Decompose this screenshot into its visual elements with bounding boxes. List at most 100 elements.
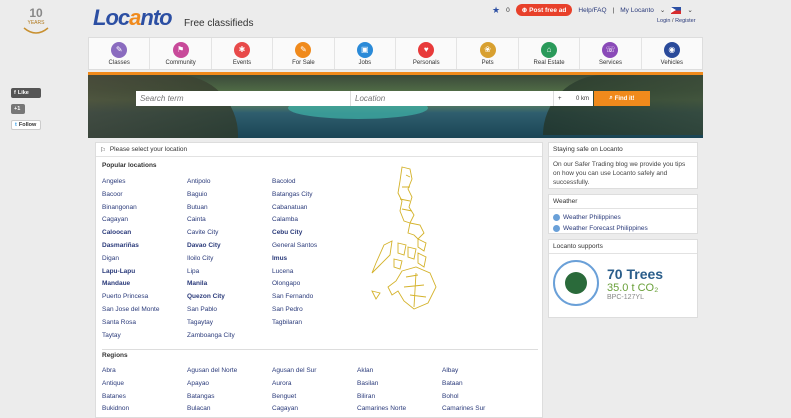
location-link[interactable]: Lipa: [187, 266, 235, 279]
location-link[interactable]: Baguio: [187, 189, 235, 202]
register-link[interactable]: Register: [675, 18, 695, 24]
location-link[interactable]: Iloilo City: [187, 253, 235, 266]
location-link[interactable]: Binangonan: [102, 202, 159, 215]
location-link[interactable]: Butuan: [187, 202, 235, 215]
nav-label: Events: [232, 59, 252, 66]
radius-select[interactable]: + 0 km: [553, 91, 593, 106]
region-link[interactable]: Camarines Norte: [357, 403, 406, 416]
facebook-like-button[interactable]: f Like: [11, 88, 41, 98]
location-link[interactable]: Lucena: [272, 266, 317, 279]
location-link[interactable]: Cainta: [187, 214, 235, 227]
weather-link[interactable]: Weather Philippines: [553, 212, 693, 223]
location-link[interactable]: Calamba: [272, 214, 317, 227]
trees-count: 70 Trees: [607, 265, 664, 282]
location-link[interactable]: Dasmariñas: [102, 240, 159, 253]
region-link[interactable]: Aurora: [272, 378, 316, 391]
location-link[interactable]: Cagayan: [102, 214, 159, 227]
separator: |: [612, 6, 615, 14]
location-link[interactable]: Antipolo: [187, 176, 235, 189]
trees-banner[interactable]: 70 Trees 35.0 t CO₂ BPC-127YL: [549, 254, 697, 312]
region-link[interactable]: Aklan: [357, 365, 406, 378]
region-link[interactable]: Antique: [102, 378, 129, 391]
weather-link-label[interactable]: Weather Philippines: [563, 212, 621, 223]
location-link[interactable]: Tagaytay: [187, 317, 235, 330]
location-link[interactable]: Tagbilaran: [272, 317, 317, 330]
nav-item-real-estate[interactable]: ⌂ Real Estate: [519, 38, 581, 69]
location-link[interactable]: San Pedro: [272, 304, 317, 317]
twitter-follow-button[interactable]: t Follow: [11, 120, 41, 130]
safety-text[interactable]: On our Safer Trading blog we provide you…: [549, 157, 697, 190]
login-link[interactable]: Login: [657, 18, 670, 24]
location-panel: ⚐ Please select your location Popular lo…: [95, 142, 543, 418]
location-link[interactable]: Davao City: [187, 240, 235, 253]
location-link[interactable]: Cebu City: [272, 227, 317, 240]
my-locanto-link[interactable]: My Locanto: [620, 7, 654, 14]
region-link[interactable]: Bohol: [442, 391, 485, 404]
region-link[interactable]: Basilan: [357, 378, 406, 391]
location-link[interactable]: San Fernando: [272, 291, 317, 304]
location-link[interactable]: Imus: [272, 253, 317, 266]
region-link[interactable]: Camarines Sur: [442, 403, 485, 416]
nav-item-services[interactable]: ☏ Services: [580, 38, 642, 69]
location-link[interactable]: Santa Rosa: [102, 317, 159, 330]
region-link[interactable]: Cagayan: [272, 403, 316, 416]
nav-item-jobs[interactable]: ▣ Jobs: [335, 38, 397, 69]
weather-link[interactable]: Weather Forecast Philippines: [553, 223, 693, 234]
location-link[interactable]: Digan: [102, 253, 159, 266]
region-link[interactable]: Bukidnon: [102, 403, 129, 416]
nav-item-events[interactable]: ✱ Events: [212, 38, 274, 69]
location-link[interactable]: Bacolod: [272, 176, 317, 189]
location-link[interactable]: Angeles: [102, 176, 159, 189]
chevron-down-icon[interactable]: ⌄: [660, 6, 665, 14]
location-link[interactable]: Quezon City: [187, 291, 235, 304]
location-link[interactable]: Mandaue: [102, 278, 159, 291]
location-link[interactable]: Manila: [187, 278, 235, 291]
location-link[interactable]: Cavite City: [187, 227, 235, 240]
location-link[interactable]: Cabanatuan: [272, 202, 317, 215]
nav-item-pets[interactable]: ❀ Pets: [457, 38, 519, 69]
region-link[interactable]: Bataan: [442, 378, 485, 391]
region-link[interactable]: Benguet: [272, 391, 316, 404]
region-link[interactable]: Agusan del Norte: [187, 365, 237, 378]
location-link[interactable]: Puerto Princesa: [102, 291, 159, 304]
search-term-input[interactable]: [136, 91, 350, 106]
star-icon[interactable]: ★: [492, 5, 500, 16]
find-button[interactable]: ⌕ Find it!: [594, 91, 650, 106]
location-link[interactable]: Bacoor: [102, 189, 159, 202]
region-link[interactable]: Apayao: [187, 378, 237, 391]
google-plus-button[interactable]: +1: [11, 104, 25, 114]
nav-item-for-sale[interactable]: ✎ For Sale: [273, 38, 335, 69]
region-link[interactable]: Batangas: [187, 391, 237, 404]
location-link[interactable]: San Pablo: [187, 304, 235, 317]
favorites-count[interactable]: 0: [506, 7, 510, 14]
location-link[interactable]: San Jose del Monte: [102, 304, 159, 317]
post-ad-button[interactable]: ⊕ Post free ad: [515, 4, 573, 16]
hero-cliff-left: [88, 75, 238, 138]
nav-item-classes[interactable]: ✎ Classes: [89, 38, 151, 69]
region-link[interactable]: Bulacan: [187, 403, 237, 416]
nav-item-personals[interactable]: ♥ Personals: [396, 38, 458, 69]
location-link[interactable]: Batangas City: [272, 189, 317, 202]
locanto-logo[interactable]: Locanto: [93, 5, 173, 31]
location-link[interactable]: Caloocan: [102, 227, 159, 240]
region-link[interactable]: Agusan del Sur: [272, 365, 316, 378]
search-bar: + 0 km: [136, 91, 593, 106]
location-input[interactable]: [350, 91, 553, 106]
location-link[interactable]: General Santos: [272, 240, 317, 253]
location-link[interactable]: Olongapo: [272, 278, 317, 291]
community-icon: ⚑: [172, 41, 189, 58]
nav-item-community[interactable]: ⚑ Community: [150, 38, 212, 69]
flag-icon[interactable]: [671, 6, 682, 14]
nav-item-vehicles[interactable]: ◉ Vehicles: [642, 38, 702, 69]
location-link[interactable]: Taytay: [102, 330, 159, 343]
philippines-map[interactable]: [354, 163, 464, 315]
location-link[interactable]: Lapu-Lapu: [102, 266, 159, 279]
region-link[interactable]: Batanes: [102, 391, 129, 404]
location-link[interactable]: Zamboanga City: [187, 330, 235, 343]
chevron-down-icon[interactable]: ⌄: [687, 6, 692, 14]
region-link[interactable]: Abra: [102, 365, 129, 378]
region-link[interactable]: Biliran: [357, 391, 406, 404]
help-link[interactable]: Help/FAQ: [578, 7, 606, 14]
weather-link-label[interactable]: Weather Forecast Philippines: [563, 223, 648, 234]
region-link[interactable]: Albay: [442, 365, 485, 378]
